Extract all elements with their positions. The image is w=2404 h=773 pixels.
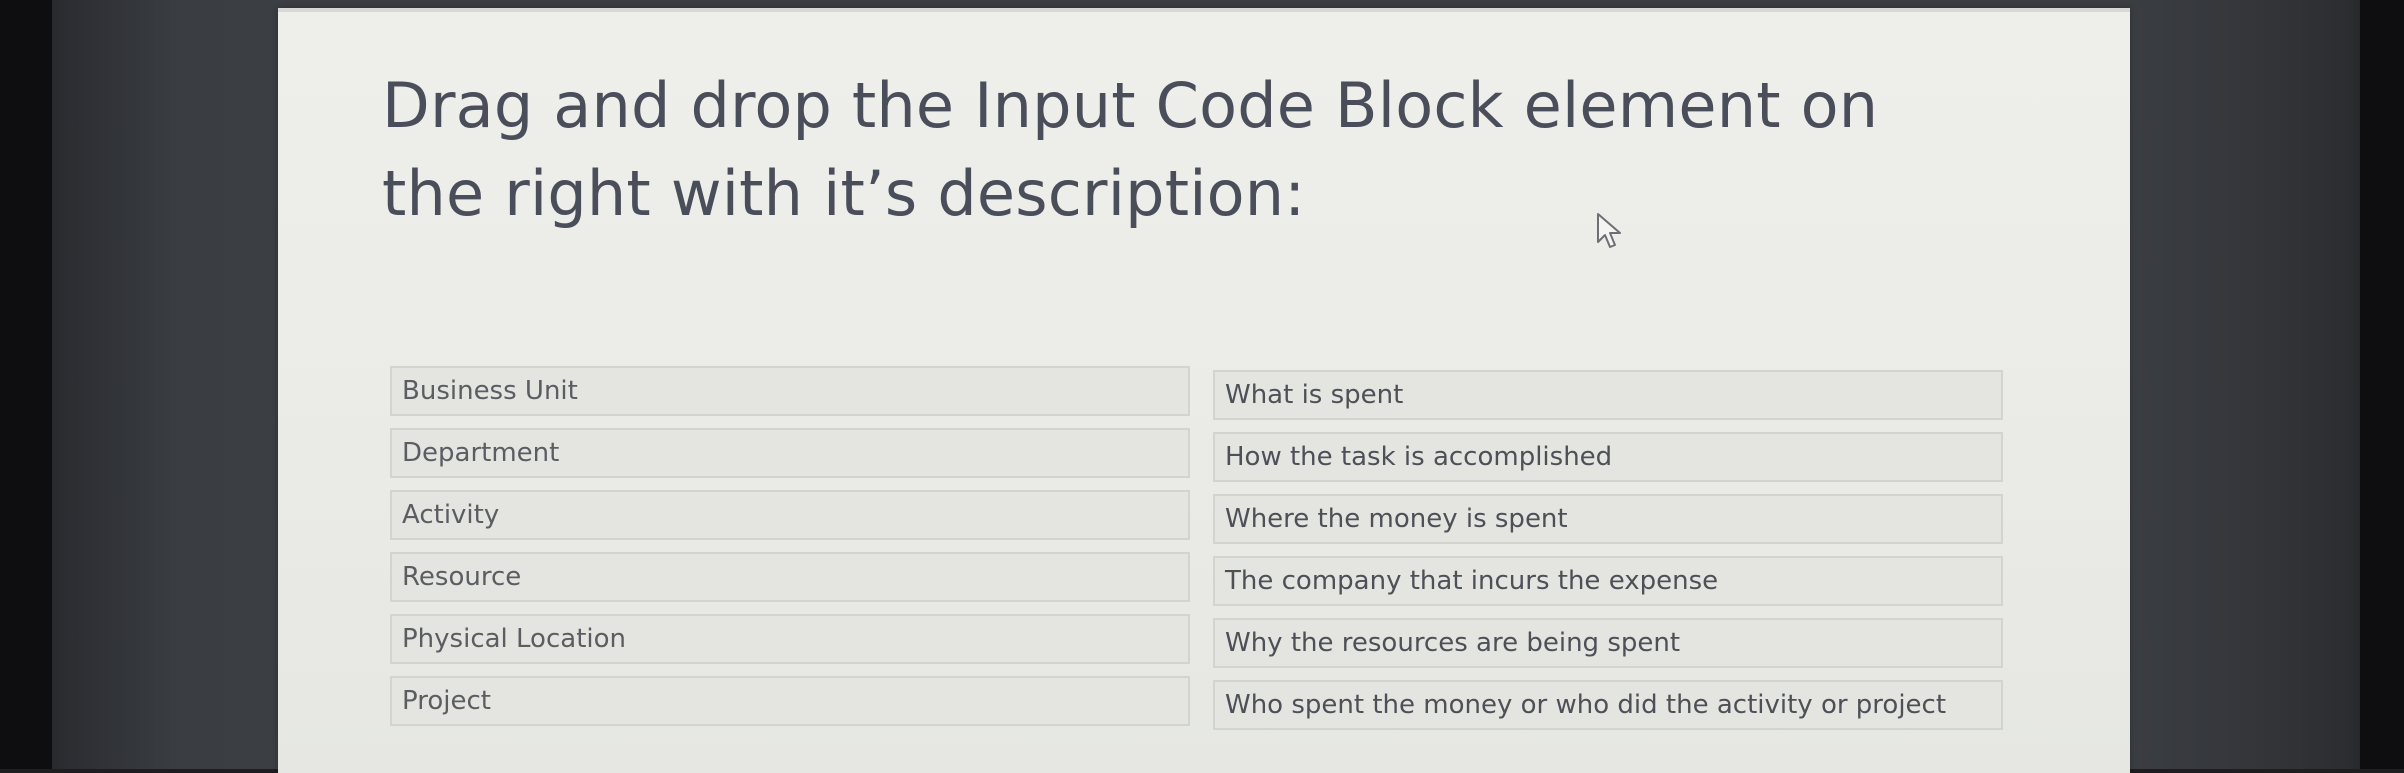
drag-item-department[interactable]: Department	[390, 428, 1190, 478]
monitor-screen: Drag and drop the Input Code Block eleme…	[0, 0, 2404, 773]
description-label: Who spent the money or who did the activ…	[1225, 690, 1947, 720]
description-label: How the task is accomplished	[1225, 442, 1613, 472]
drag-item-resource[interactable]: Resource	[390, 552, 1190, 602]
drop-target-description-4[interactable]: The company that incurs the expense	[1213, 556, 2003, 606]
question-prompt: Drag and drop the Input Code Block eleme…	[382, 69, 1879, 230]
drag-item-label: Resource	[402, 562, 522, 592]
mouse-pointer-icon	[1597, 213, 1621, 248]
drag-item-activity[interactable]: Activity	[390, 490, 1190, 540]
description-label: Why the resources are being spent	[1225, 628, 1681, 658]
drop-target-description-2[interactable]: How the task is accomplished	[1213, 432, 2003, 482]
monitor-bezel-left	[0, 0, 52, 769]
monitor-bezel-right	[2360, 0, 2404, 769]
drop-target-description-5[interactable]: Why the resources are being spent	[1213, 618, 2003, 668]
drop-target-description-6[interactable]: Who spent the money or who did the activ…	[1213, 680, 2003, 730]
description-label: What is spent	[1225, 380, 1404, 410]
drag-item-label: Department	[402, 438, 560, 468]
drag-item-label: Project	[402, 686, 491, 716]
drag-item-project[interactable]: Project	[390, 676, 1190, 726]
quiz-page: Drag and drop the Input Code Block eleme…	[278, 8, 2130, 773]
description-label: The company that incurs the expense	[1225, 566, 1719, 596]
drag-item-label: Activity	[402, 500, 500, 530]
drag-item-label: Business Unit	[402, 376, 578, 406]
drag-item-label: Physical Location	[402, 624, 626, 654]
drop-target-description-1[interactable]: What is spent	[1213, 370, 2003, 420]
drop-target-description-3[interactable]: Where the money is spent	[1213, 494, 2003, 544]
drag-item-business-unit[interactable]: Business Unit	[390, 366, 1190, 416]
drag-item-physical-location[interactable]: Physical Location	[390, 614, 1190, 664]
description-label: Where the money is spent	[1225, 504, 1568, 534]
